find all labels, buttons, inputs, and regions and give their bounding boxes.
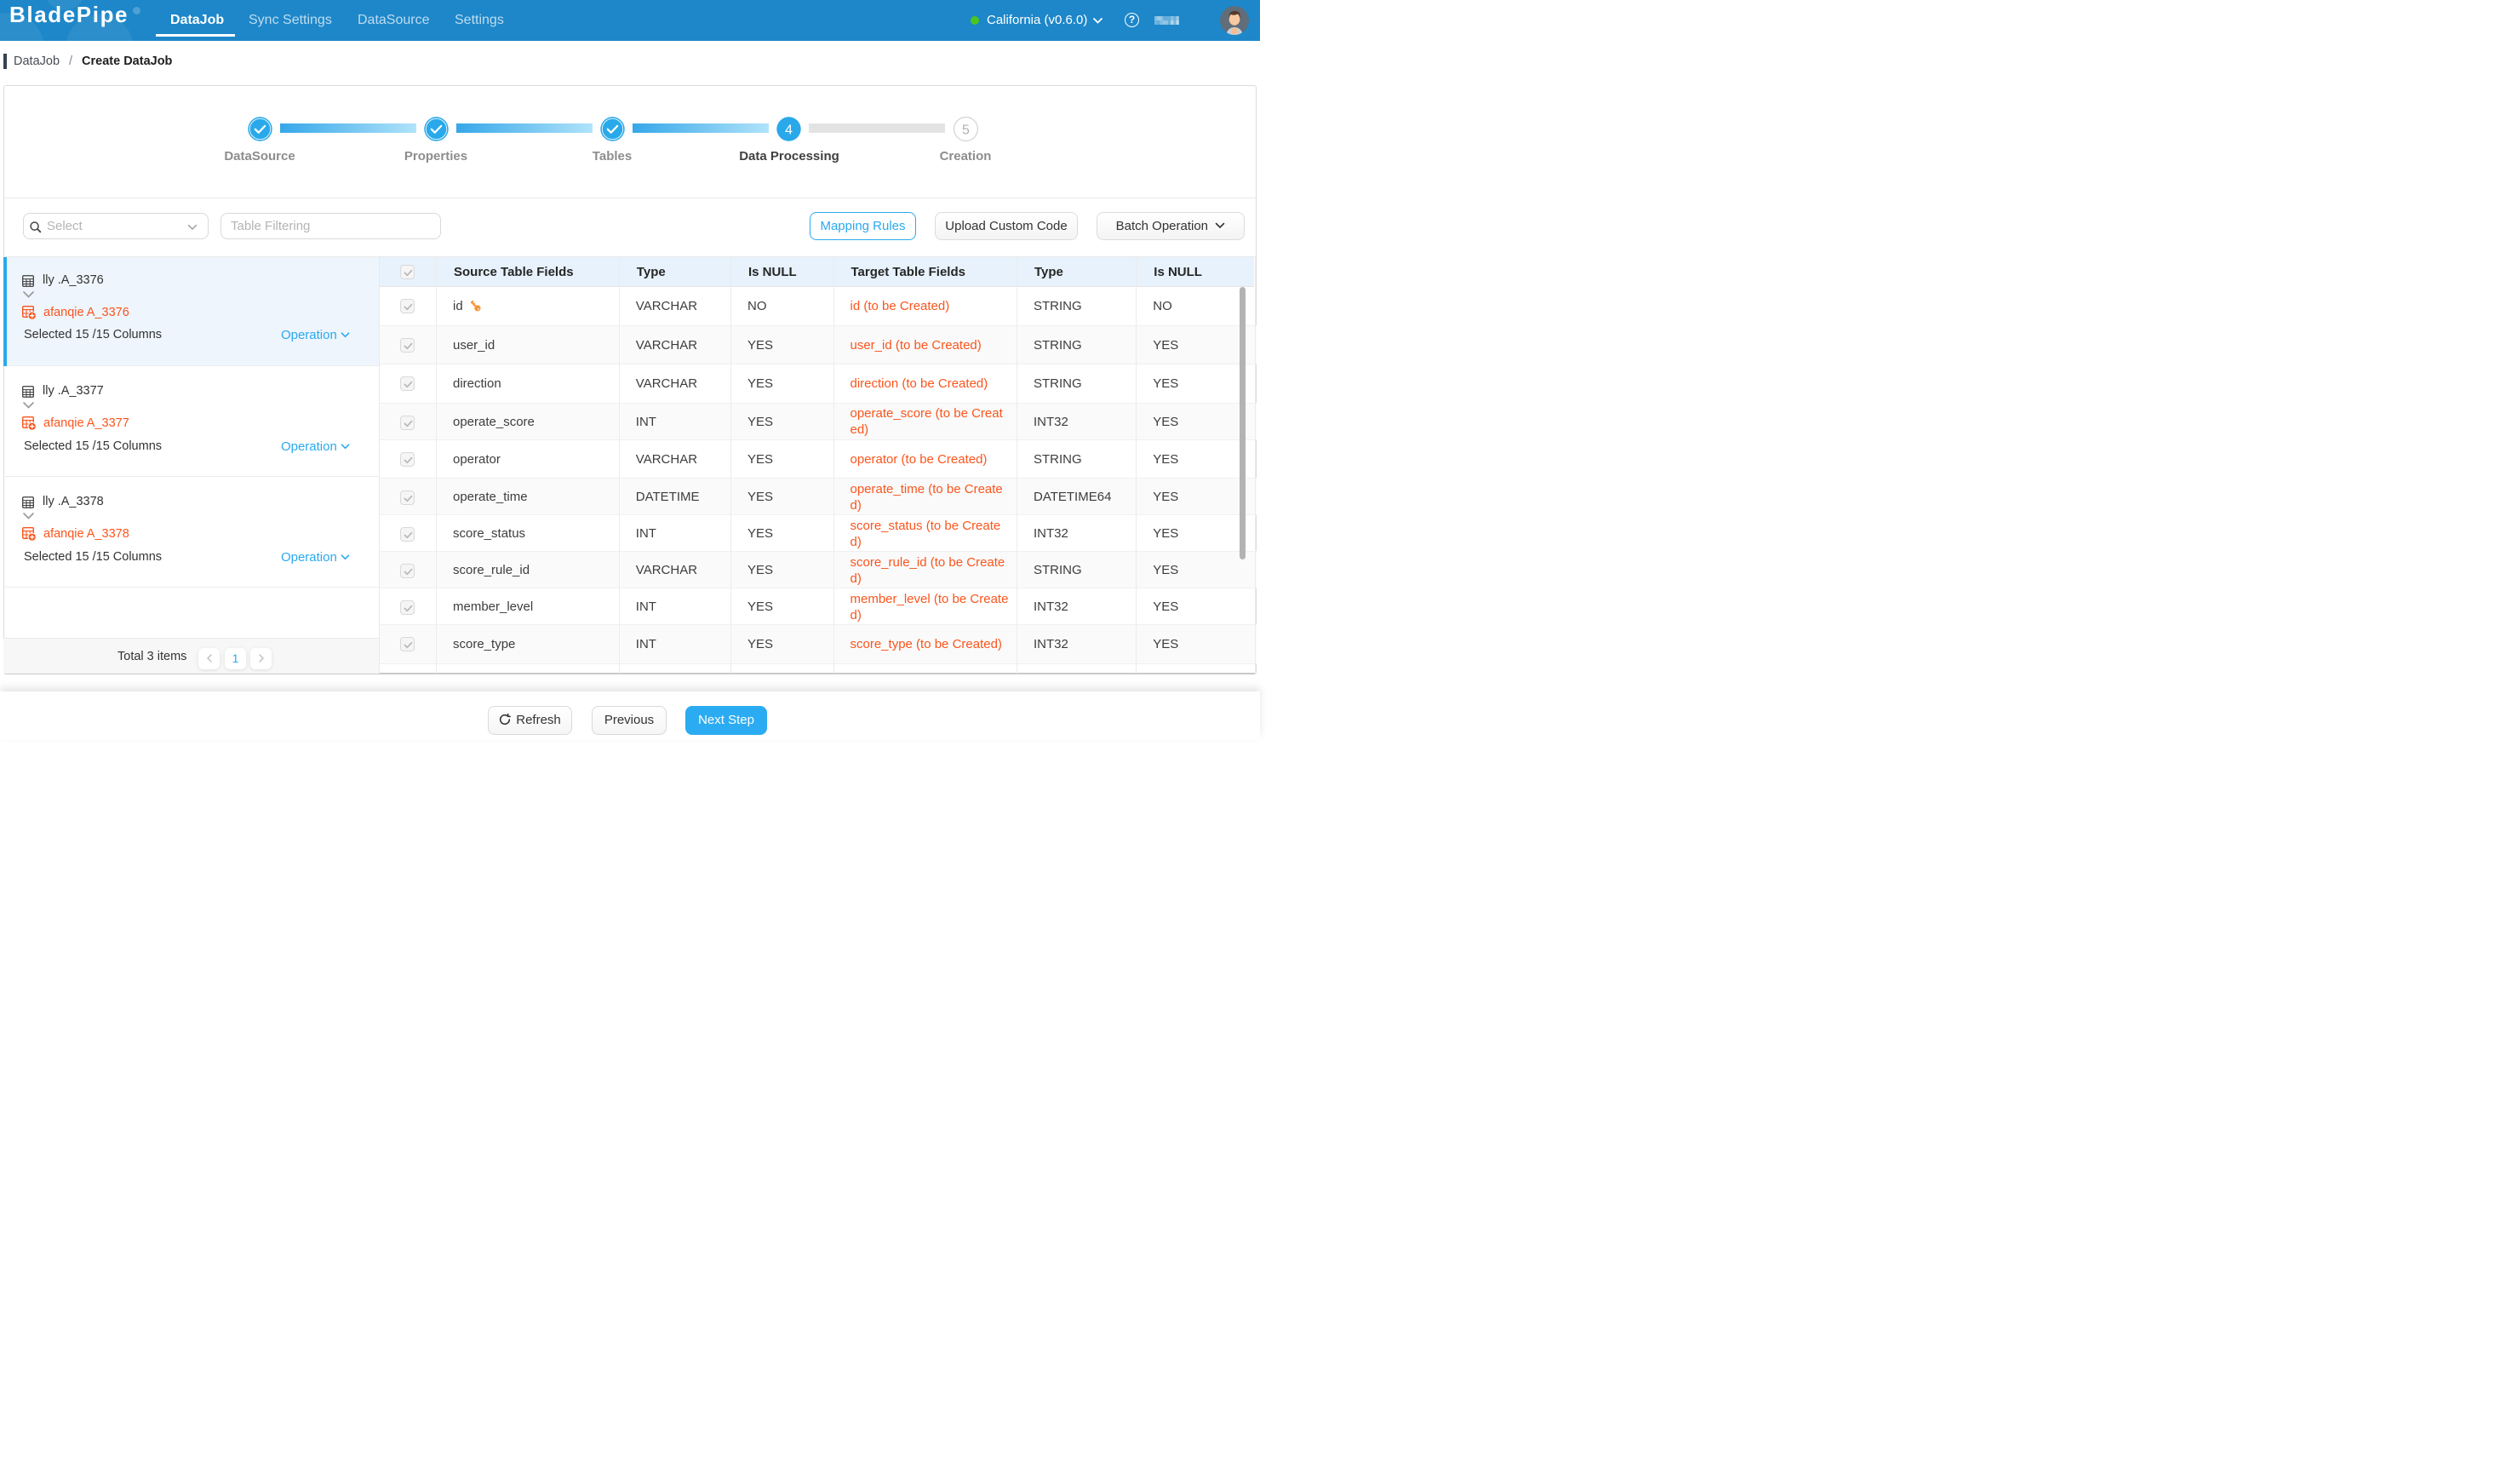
svg-text:5: 5 <box>962 123 970 137</box>
svg-text:4: 4 <box>785 123 793 137</box>
